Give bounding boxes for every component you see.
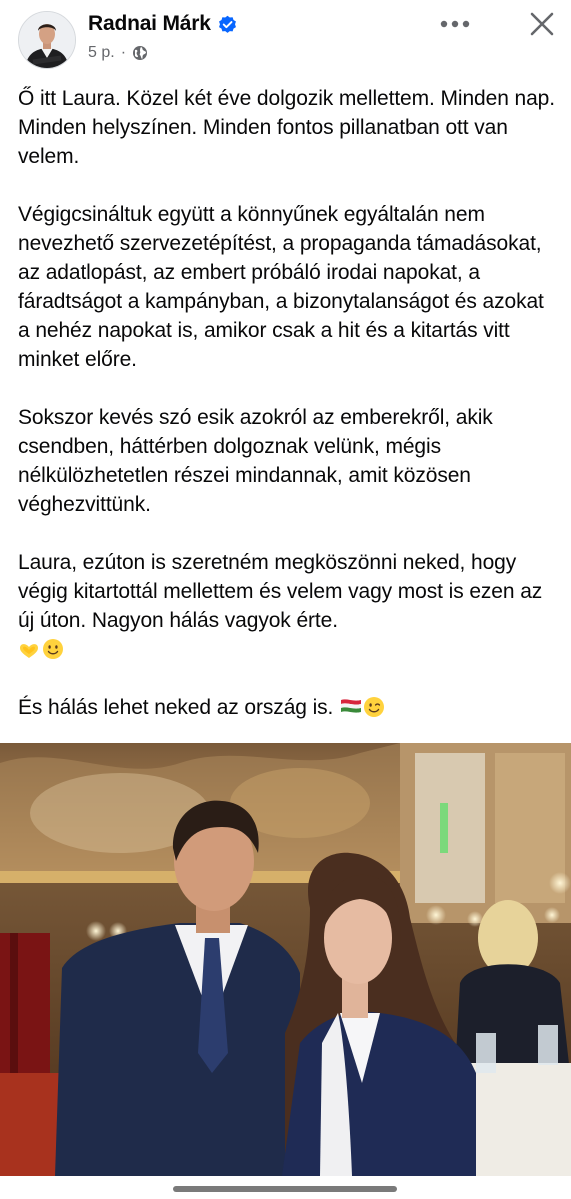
heart-hands-icon <box>18 638 40 660</box>
post-paragraph: És hálás lehet neked az ország is. <box>18 696 334 719</box>
post-paragraph-with-emoji: És hálás lehet neked az ország is. <box>18 693 558 722</box>
post-paragraph: Ő itt Laura. Közel két éve dolgozik mell… <box>18 87 555 168</box>
hungary-flag-icon <box>339 696 362 718</box>
close-icon <box>530 12 554 36</box>
more-options-button[interactable] <box>437 12 473 36</box>
close-button[interactable] <box>524 8 560 40</box>
avatar[interactable] <box>18 11 76 69</box>
more-options-icon <box>440 20 470 28</box>
post-paragraph: Sokszor kevés szó esik azokról az embere… <box>18 406 493 516</box>
post-time[interactable]: 5 p. <box>88 44 115 62</box>
verified-badge-icon <box>218 15 237 34</box>
post-text: Ő itt Laura. Közel két éve dolgozik mell… <box>18 84 558 751</box>
post-paragraph: Laura, ezúton is szeretném megköszönni n… <box>18 551 543 632</box>
post-paragraph-with-emoji: Laura, ezúton is szeretném megköszönni n… <box>18 548 558 664</box>
smiling-face-icon <box>42 638 64 660</box>
author-name-text[interactable]: Radnai Márk <box>88 12 211 36</box>
post-photo[interactable] <box>0 743 571 1176</box>
public-globe-icon <box>132 45 148 61</box>
post-paragraph: Végigcsináltuk együtt a könnyűnek egyált… <box>18 203 544 371</box>
meta-separator: · <box>120 44 127 61</box>
home-indicator[interactable] <box>173 1186 397 1192</box>
post-meta: 5 p. · <box>88 44 148 62</box>
author-name[interactable]: Radnai Márk <box>88 12 237 36</box>
post-header: Radnai Márk 5 p. · <box>0 0 571 76</box>
winking-face-icon <box>363 696 385 718</box>
